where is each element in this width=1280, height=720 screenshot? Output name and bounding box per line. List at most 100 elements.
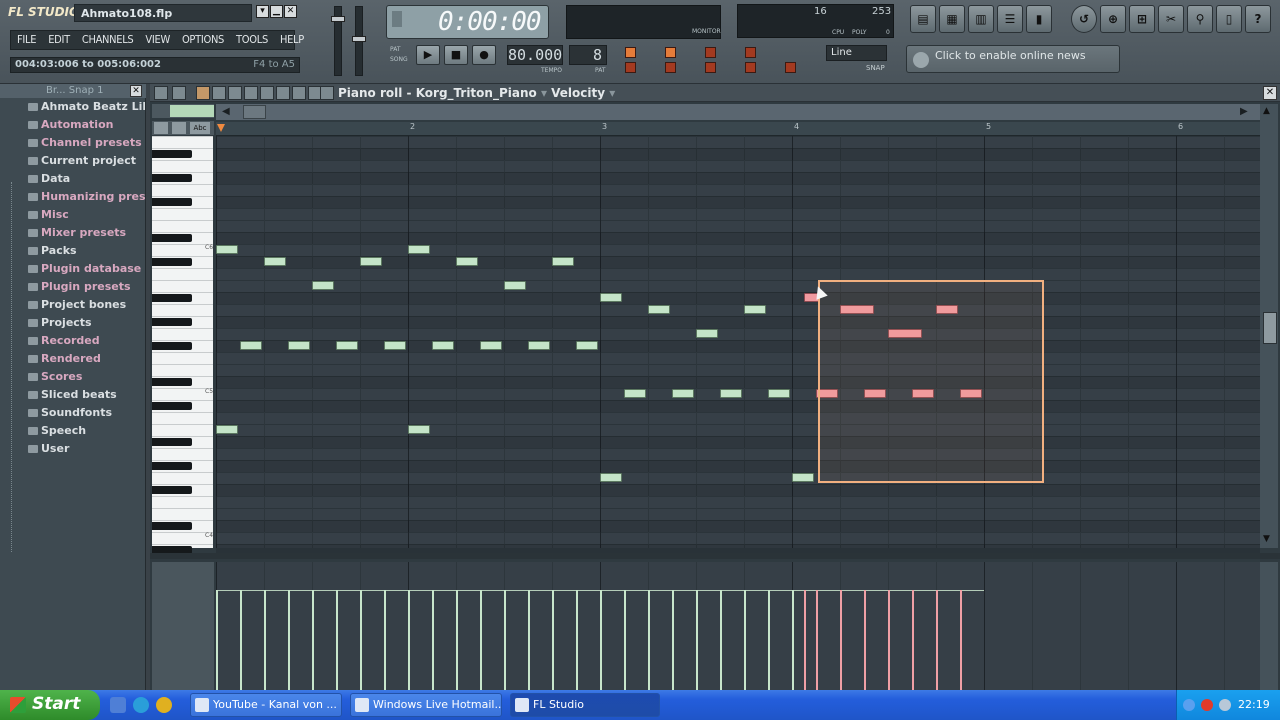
velocity-bar[interactable]	[696, 590, 698, 690]
black-key[interactable]	[152, 438, 192, 446]
scroll-right-icon[interactable]: ▶	[1240, 106, 1248, 117]
tray-expand-icon[interactable]	[1183, 699, 1195, 711]
window-menu-icon[interactable]: ▾	[256, 5, 269, 18]
main-pitch-knob[interactable]	[352, 36, 366, 42]
typing-keyboard-toggle[interactable]	[705, 62, 716, 73]
select-icon[interactable]	[276, 86, 290, 100]
note[interactable]	[696, 329, 718, 338]
black-key[interactable]	[152, 150, 192, 158]
note[interactable]	[720, 389, 742, 398]
note-grid[interactable]	[216, 136, 1260, 556]
note[interactable]	[432, 341, 454, 350]
black-key[interactable]	[152, 378, 192, 386]
velocity-bar[interactable]	[840, 590, 842, 690]
black-key[interactable]	[152, 174, 192, 182]
blend-toggle[interactable]	[665, 62, 676, 73]
playlist-icon[interactable]: ▤	[910, 5, 936, 33]
note[interactable]	[288, 341, 310, 350]
browser-item[interactable]: Current project	[12, 153, 145, 171]
browser-item[interactable]: Misc	[12, 207, 145, 225]
black-key[interactable]	[152, 522, 192, 530]
black-key[interactable]	[152, 462, 192, 470]
horizontal-scroll-thumb[interactable]	[243, 105, 266, 119]
scroll-up-icon[interactable]: ▲	[1263, 106, 1270, 116]
key-names-icon[interactable]: Abc	[190, 122, 210, 134]
note[interactable]	[672, 389, 694, 398]
scroll-down-icon[interactable]: ▼	[1263, 534, 1270, 544]
pattern-selector[interactable]: 8	[569, 45, 607, 65]
magnet-icon[interactable]	[172, 86, 186, 100]
bar-ruler[interactable]: 2 3 4 5 6	[216, 122, 1260, 136]
black-key[interactable]	[152, 258, 192, 266]
event-editor-splitter[interactable]	[150, 553, 1280, 559]
browser-close-icon[interactable]: ✕	[130, 85, 142, 97]
piano-roll-menu-icon[interactable]	[154, 86, 168, 100]
note[interactable]	[768, 389, 790, 398]
velocity-bar[interactable]	[552, 590, 554, 690]
playhead-marker-icon[interactable]	[217, 124, 225, 132]
piano-roll-icon[interactable]: ▥	[968, 5, 994, 33]
velocity-bar[interactable]	[432, 590, 434, 690]
velocity-bar[interactable]	[960, 590, 962, 690]
online-news-bar[interactable]: Click to enable online news	[906, 45, 1120, 73]
velocity-bar[interactable]	[744, 590, 746, 690]
velocity-bar[interactable]	[803, 590, 806, 690]
minimize-icon[interactable]: ▁	[270, 5, 283, 18]
browser-item[interactable]: Automation	[12, 117, 145, 135]
zoom-icon[interactable]	[292, 86, 306, 100]
browser-item[interactable]: Plugin database	[12, 261, 145, 279]
browser-item[interactable]: Channel presets	[12, 135, 145, 153]
vertical-scroll-thumb[interactable]	[1263, 312, 1277, 344]
record-wave-icon[interactable]: ⊞	[1129, 5, 1155, 33]
black-key[interactable]	[152, 486, 192, 494]
menu-help[interactable]: HELP	[274, 31, 310, 49]
black-key[interactable]	[152, 402, 192, 410]
note[interactable]	[792, 473, 814, 482]
note[interactable]	[384, 341, 406, 350]
record-button[interactable]: ●	[472, 45, 496, 65]
document-icon[interactable]: ▯	[1216, 5, 1242, 33]
note[interactable]	[312, 281, 334, 290]
black-key[interactable]	[152, 294, 192, 302]
metronome-toggle[interactable]	[625, 47, 636, 58]
multilink-toggle[interactable]	[785, 62, 796, 73]
mode-pat-label[interactable]: PAT	[390, 46, 401, 53]
piano-roll-close-icon[interactable]: ✕	[1263, 86, 1277, 100]
velocity-bar[interactable]	[624, 590, 626, 690]
velocity-bar[interactable]	[648, 590, 650, 690]
note[interactable]	[600, 473, 622, 482]
velocity-bar[interactable]	[504, 590, 506, 690]
velocity-bar[interactable]	[240, 590, 242, 690]
browser-item[interactable]: User	[12, 441, 145, 459]
note[interactable]	[408, 425, 430, 434]
browser-item[interactable]: Sliced beats	[12, 387, 145, 405]
browser-item[interactable]: Mixer presets	[12, 225, 145, 243]
note[interactable]	[264, 257, 286, 266]
note[interactable]	[600, 293, 622, 302]
scroll-toggle[interactable]	[745, 62, 756, 73]
velocity-bar[interactable]	[720, 590, 722, 690]
velocity-bar[interactable]	[912, 590, 914, 690]
loop-record-toggle[interactable]	[745, 47, 756, 58]
slice-icon[interactable]	[260, 86, 274, 100]
channel-list-icon[interactable]	[172, 122, 186, 134]
help-icon[interactable]: ?	[1245, 5, 1271, 33]
velocity-bar[interactable]	[864, 590, 866, 690]
velocity-bar[interactable]	[528, 590, 530, 690]
velocity-bar[interactable]	[480, 590, 482, 690]
velocity-bar[interactable]	[936, 590, 938, 690]
black-key[interactable]	[152, 234, 192, 242]
step-edit-toggle[interactable]	[705, 47, 716, 58]
undo-icon[interactable]: ↺	[1071, 5, 1097, 33]
scroll-left-icon[interactable]: ◀	[222, 106, 230, 117]
stop-button[interactable]: ■	[444, 45, 468, 65]
note[interactable]	[336, 341, 358, 350]
browser-item[interactable]: Ahmato Beatz Liba	[12, 99, 145, 117]
menu-edit[interactable]: EDIT	[42, 31, 76, 49]
browser-item[interactable]: Plugin presets	[12, 279, 145, 297]
note[interactable]	[504, 281, 526, 290]
wait-toggle[interactable]	[625, 62, 636, 73]
pencil-icon[interactable]	[196, 86, 210, 100]
paint-icon[interactable]	[212, 86, 226, 100]
internet-explorer-icon[interactable]	[133, 697, 149, 713]
